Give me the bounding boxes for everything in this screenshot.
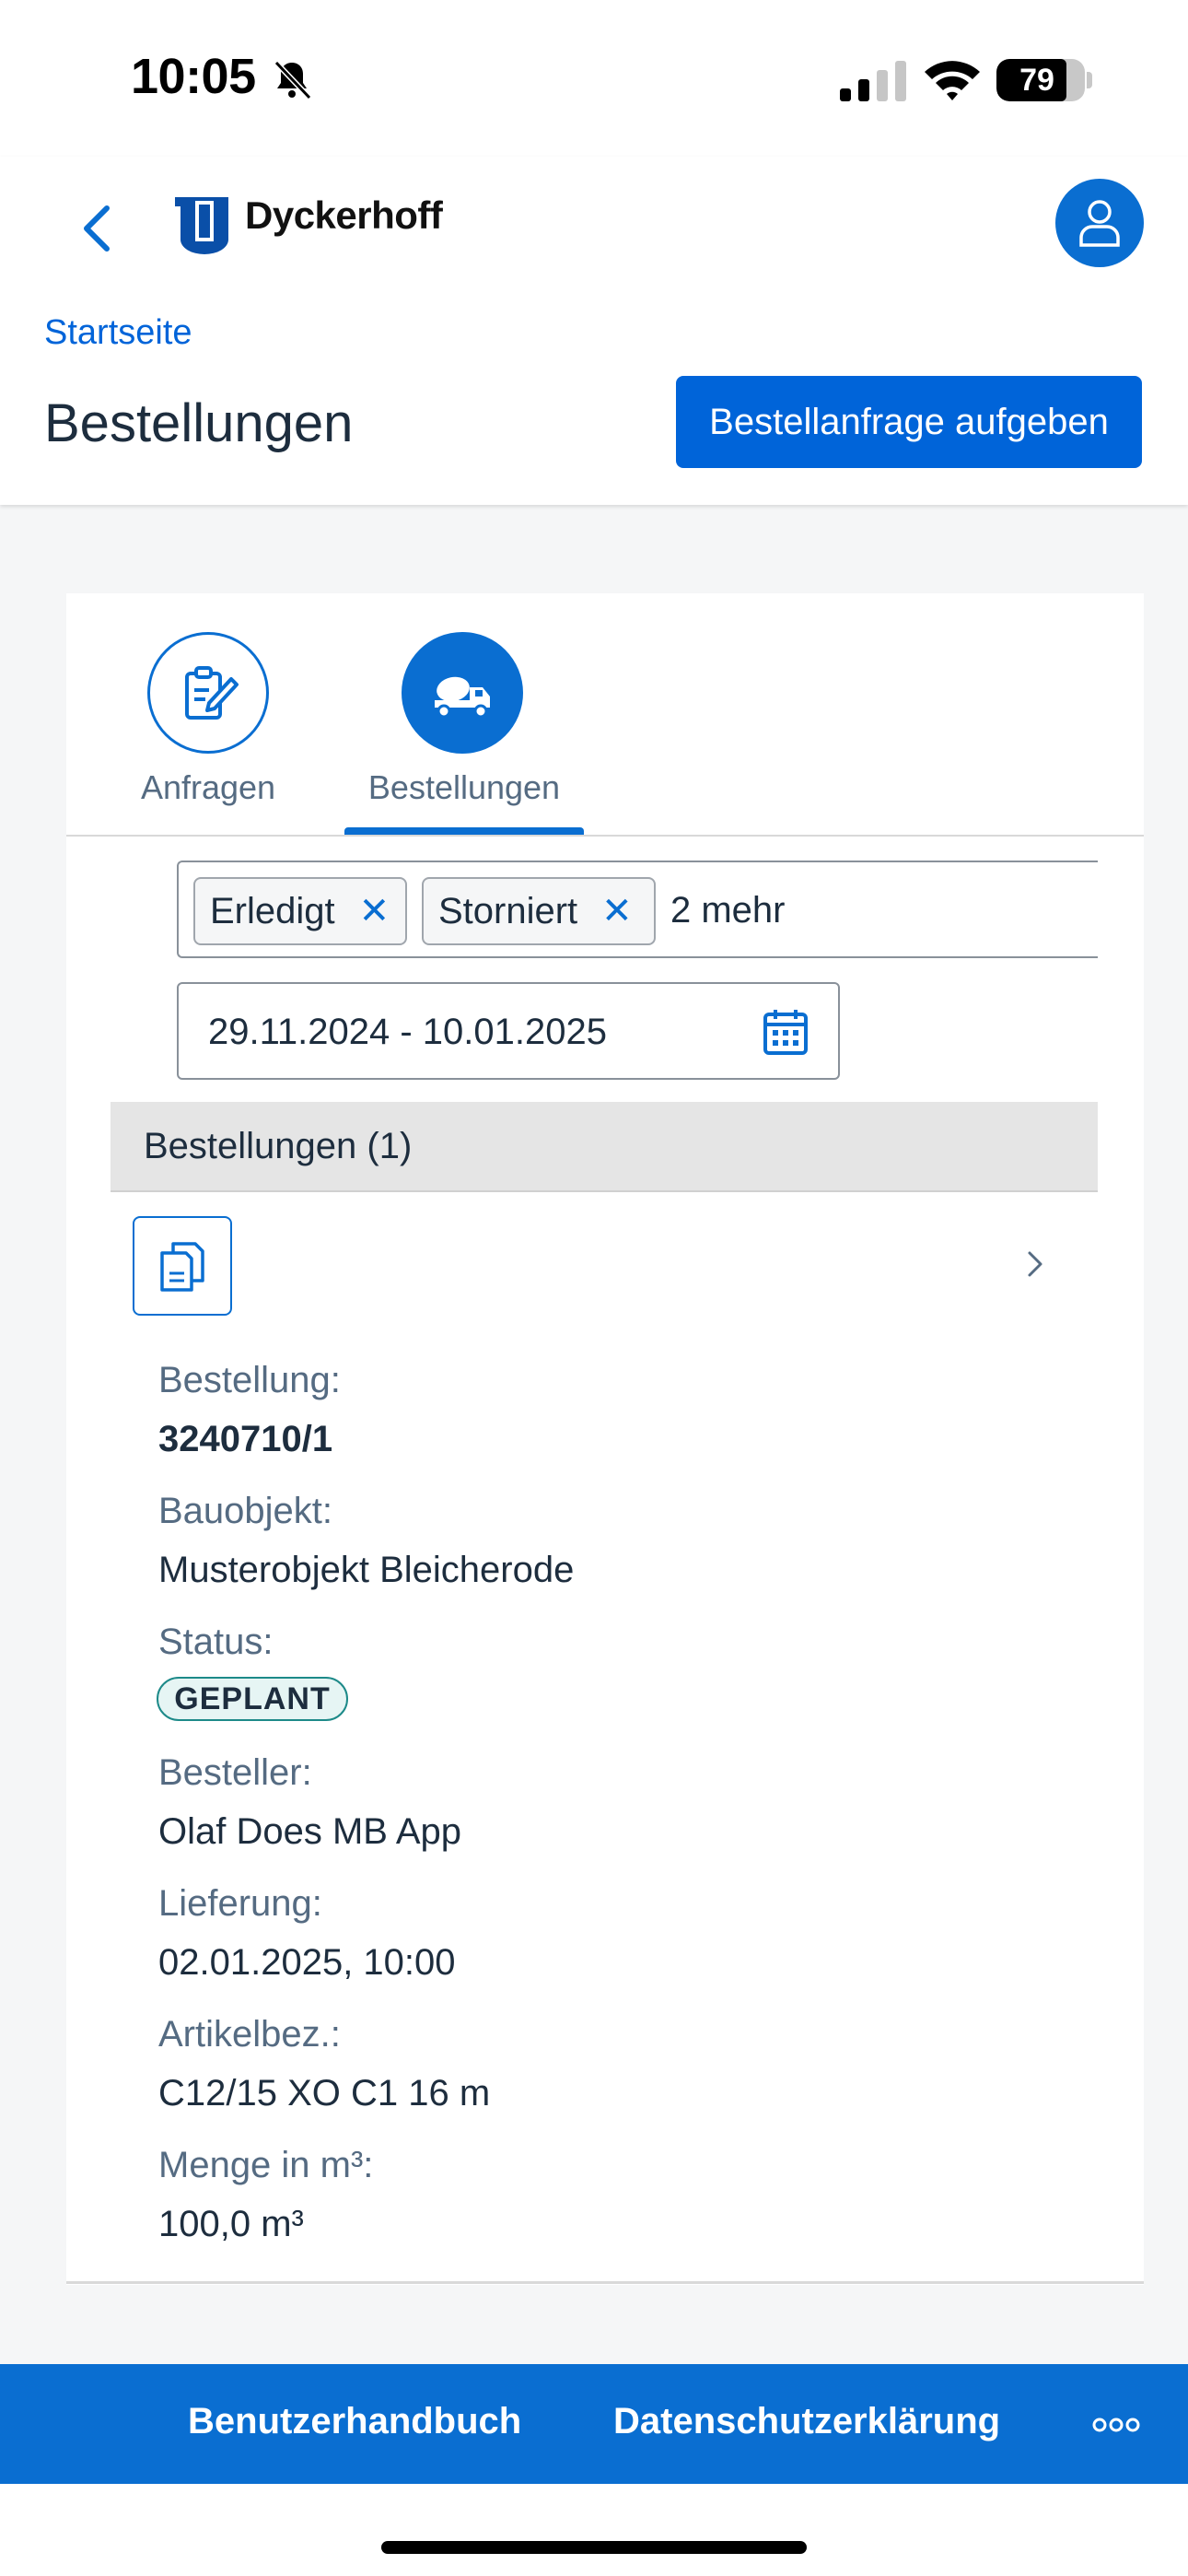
project-label: Bauobjekt: [158, 1491, 333, 1531]
documents-icon [160, 1242, 204, 1292]
footer-bar: Benutzerhandbuch Datenschutzerklärung [0, 2364, 1188, 2484]
battery-icon: 79 [996, 59, 1085, 101]
date-range-picker[interactable]: 29.11.2024 - 10.01.2025 [177, 982, 840, 1080]
status-badge: GEPLANT [157, 1677, 348, 1721]
concrete-truck-icon [435, 676, 490, 719]
user-manual-link[interactable]: Benutzerhandbuch [188, 2401, 521, 2442]
person-icon [1079, 200, 1120, 247]
bottom-safe-area [0, 2484, 1188, 2576]
bell-muted-icon [274, 60, 312, 100]
list-header-title: Bestellungen (1) [144, 1126, 413, 1166]
tab-bestellungen[interactable]: Bestellungen [344, 632, 584, 835]
status-bar: 10:05 79 [0, 0, 1188, 157]
cellular-signal-icon [840, 61, 906, 101]
tab-selected-indicator [344, 827, 584, 835]
brand-name: Dyckerhoff [245, 193, 443, 237]
tab-anfragen[interactable]: Anfragen [90, 632, 326, 835]
quantity-label: Menge in m³: [158, 2145, 374, 2185]
article-label: Artikelbez.: [158, 2014, 341, 2055]
create-order-request-button[interactable]: Bestellanfrage aufgeben [676, 376, 1142, 468]
chevron-right-icon[interactable] [1024, 1246, 1046, 1282]
project-value: Musterobjekt Bleicherode [158, 1550, 575, 1590]
filter-token[interactable]: Erledigt ✕ [193, 877, 407, 945]
orderer-label: Besteller: [158, 1752, 312, 1793]
tab-label: Bestellungen [367, 768, 561, 806]
home-indicator[interactable] [381, 2541, 807, 2554]
wifi-icon [925, 61, 980, 100]
battery-level: 79 [1019, 63, 1054, 98]
token-label: Storniert [438, 890, 578, 931]
status-label: Status: [158, 1622, 274, 1662]
tab-icon-circle [147, 632, 269, 754]
list-item[interactable]: Bestellung: 3240710/1 Bauobjekt: Mustero… [111, 1192, 1098, 2276]
battery-cap [1087, 72, 1092, 88]
tabs-divider [66, 835, 1144, 837]
more-tokens-link[interactable]: 2 mehr [670, 890, 786, 931]
back-icon[interactable] [68, 195, 123, 262]
more-options-icon[interactable] [1092, 2418, 1140, 2432]
delivery-value: 02.01.2025, 10:00 [158, 1942, 456, 1983]
order-number-label: Bestellung: [158, 1360, 341, 1400]
list-header: Bestellungen (1) [111, 1102, 1098, 1192]
quantity-value: 100,0 m³ [158, 2204, 304, 2244]
form-edit-icon [185, 666, 239, 720]
page-title: Bestellungen [44, 393, 354, 453]
delivery-label: Lieferung: [158, 1883, 322, 1924]
date-range-value: 29.11.2024 - 10.01.2025 [208, 1012, 607, 1052]
app-header: Dyckerhoff Startseite Bestellungen Beste… [0, 157, 1188, 505]
documents-button[interactable] [133, 1216, 232, 1316]
tab-label: Anfragen [140, 768, 276, 806]
tab-icon-circle [402, 632, 523, 754]
article-value: C12/15 XO C1 16 m [158, 2073, 491, 2113]
privacy-policy-link[interactable]: Datenschutzerklärung [613, 2401, 1000, 2442]
remove-token-icon[interactable]: ✕ [359, 890, 390, 932]
content-card: Anfragen Bestellungen Erledigt ✕ Stornie… [66, 593, 1144, 2285]
orderer-value: Olaf Does MB App [158, 1811, 462, 1852]
remove-token-icon[interactable]: ✕ [601, 890, 633, 932]
clock: 10:05 [131, 49, 256, 104]
user-avatar-button[interactable] [1055, 179, 1144, 267]
filter-token[interactable]: Storniert ✕ [422, 877, 656, 945]
order-number-value: 3240710/1 [158, 1419, 333, 1459]
status-filter-multiinput[interactable]: Erledigt ✕ Storniert ✕ 2 mehr [177, 861, 1098, 958]
list-bottom-divider [66, 2281, 1144, 2284]
token-label: Erledigt [210, 890, 335, 931]
dyckerhoff-logo-icon [175, 197, 228, 254]
calendar-icon[interactable] [763, 1008, 809, 1056]
breadcrumb-home-link[interactable]: Startseite [44, 313, 192, 353]
